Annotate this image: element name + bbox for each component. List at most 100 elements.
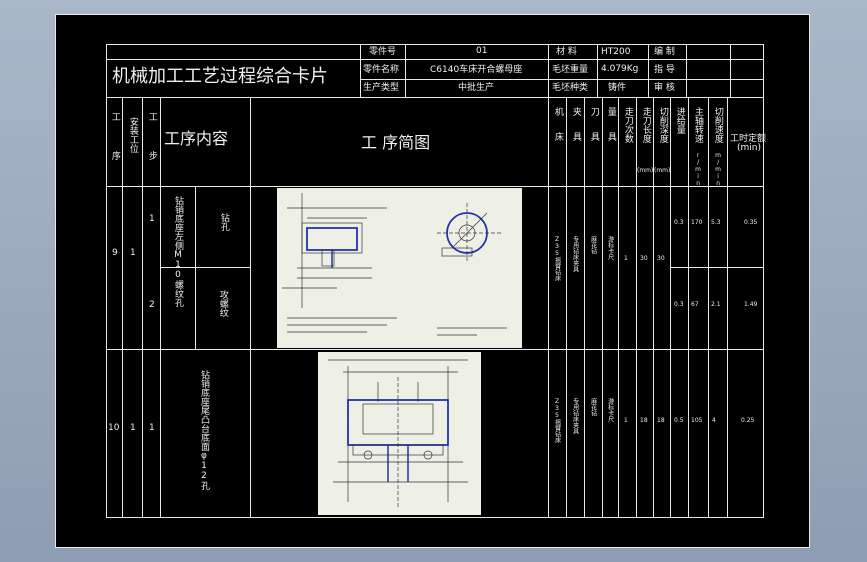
- col-install: 安装工位: [127, 117, 138, 153]
- material-value: HT200: [601, 47, 631, 57]
- col-speed-unit: m/min: [714, 152, 722, 187]
- row-machine: Z35摇臂钻床: [553, 398, 561, 443]
- col-length-unit: (mm): [637, 167, 654, 174]
- grid-line: [548, 44, 549, 97]
- row-passes: 1: [624, 255, 628, 262]
- row-depth: 30: [657, 255, 665, 262]
- row-spindle: 105: [691, 417, 703, 424]
- step-feed: 0.3: [674, 301, 684, 308]
- step-spindle: 67: [691, 301, 699, 308]
- step-feed: 0.3: [674, 219, 684, 226]
- grid-line: [360, 44, 361, 97]
- sketch-drawing: [282, 193, 507, 336]
- grid-line: [584, 97, 585, 518]
- row-machine: Z35摇臂钻床: [553, 236, 561, 281]
- row-length: 18: [640, 417, 648, 424]
- row-passes: 1: [624, 417, 628, 424]
- grid-line: [708, 97, 709, 518]
- grid-line: [670, 267, 764, 268]
- row-length: 30: [640, 255, 648, 262]
- row-tool: 麻花钻: [589, 236, 597, 254]
- col-speed: 切削速度: [712, 107, 723, 143]
- row-tool: 麻花钻: [589, 398, 597, 416]
- grid-line: [566, 97, 567, 518]
- col-passes: 走刀次数: [622, 107, 633, 143]
- col-spindle: 主轴转速: [692, 107, 703, 143]
- grid-line: [548, 97, 549, 518]
- step-time: 0.35: [744, 219, 758, 226]
- production-type-label: 生产类型: [363, 83, 400, 93]
- part-no-label: 零件号: [369, 47, 397, 57]
- blank-type-label: 毛坯种类: [552, 83, 589, 93]
- step-time: 1.49: [744, 301, 758, 308]
- col-gauge: 量具: [605, 107, 616, 157]
- blank-weight-label: 毛坯重量: [552, 65, 589, 75]
- guide-label: 指 导: [654, 65, 675, 75]
- part-name-value: C6140车床开合螺母座: [430, 65, 523, 75]
- row-step: 1: [149, 423, 155, 433]
- col-tool: 刀具: [588, 107, 599, 157]
- row-fixture: 专用钻床夹具: [571, 236, 579, 272]
- col-depth: 切削深度: [657, 107, 668, 143]
- grid-line: [106, 349, 764, 350]
- row-depth: 18: [657, 417, 665, 424]
- step-speed: 5.3: [711, 219, 721, 226]
- row-speed: 4: [712, 417, 716, 424]
- card-title: 机械加工工艺过程综合卡片: [112, 66, 328, 87]
- process-sketch-2: [318, 352, 481, 515]
- part-name-label: 零件名称: [363, 65, 400, 75]
- col-step: 工步: [146, 112, 157, 190]
- row-install: 1: [130, 248, 136, 258]
- blank-weight-value: 4.079Kg: [601, 64, 639, 74]
- col-machine: 机床: [552, 107, 563, 157]
- row-step: 1: [149, 214, 155, 224]
- review-label: 审 核: [654, 83, 675, 93]
- step-content: 钻孔: [218, 213, 229, 231]
- grid-line: [360, 79, 764, 80]
- sketch-drawing: [328, 359, 468, 507]
- row-install: 1: [130, 423, 136, 433]
- step-content: 攻螺纹: [217, 290, 228, 317]
- grid-line: [250, 97, 251, 518]
- col-feed: 进给量: [674, 107, 685, 134]
- row-content: 钻销底座尾凸台底面φ12孔: [199, 370, 209, 490]
- step-spindle: 170: [691, 219, 703, 226]
- row-process: 9: [112, 248, 118, 258]
- grid-line: [405, 44, 406, 97]
- col-content: 工序内容: [164, 129, 229, 148]
- col-sketch: 工 序简图: [361, 133, 431, 152]
- row-feed: 0.5: [674, 417, 684, 424]
- step-speed: 2.1: [711, 301, 721, 308]
- col-fixture: 夹具: [570, 107, 581, 157]
- production-type-value: 中批生产: [458, 83, 495, 93]
- grid-line: [160, 97, 161, 518]
- grid-line: [597, 44, 598, 97]
- blank-type-value: 铸件: [608, 83, 627, 93]
- part-no-value: 01: [476, 46, 488, 56]
- row-fixture: 专用钻床夹具: [571, 398, 579, 434]
- grid-line: [122, 97, 123, 518]
- grid-line: [670, 97, 671, 518]
- row-gauge: 游标卡尺: [606, 236, 614, 260]
- material-label: 材 料: [556, 47, 577, 57]
- col-depth-unit: (mm): [654, 167, 671, 174]
- row-process: 10: [108, 423, 120, 433]
- grid-line: [686, 44, 687, 97]
- grid-line: [195, 186, 196, 349]
- row-content: 钻销底座左侧M10螺纹孔: [173, 196, 183, 307]
- grid-line: [636, 97, 637, 518]
- col-spindle-unit: r/min: [694, 152, 702, 187]
- grid-line: [688, 97, 689, 518]
- grid-line: [727, 97, 728, 518]
- row-step: 2: [149, 300, 155, 310]
- compile-label: 编 制: [654, 47, 675, 57]
- grid-line: [142, 97, 143, 518]
- grid-line: [106, 97, 764, 98]
- grid-line: [106, 59, 764, 60]
- grid-line: [618, 97, 619, 518]
- grid-line: [106, 186, 764, 187]
- grid-line: [730, 44, 731, 97]
- row-time: 0.25: [741, 417, 755, 424]
- grid-line: [648, 44, 649, 97]
- grid-line: [653, 97, 654, 518]
